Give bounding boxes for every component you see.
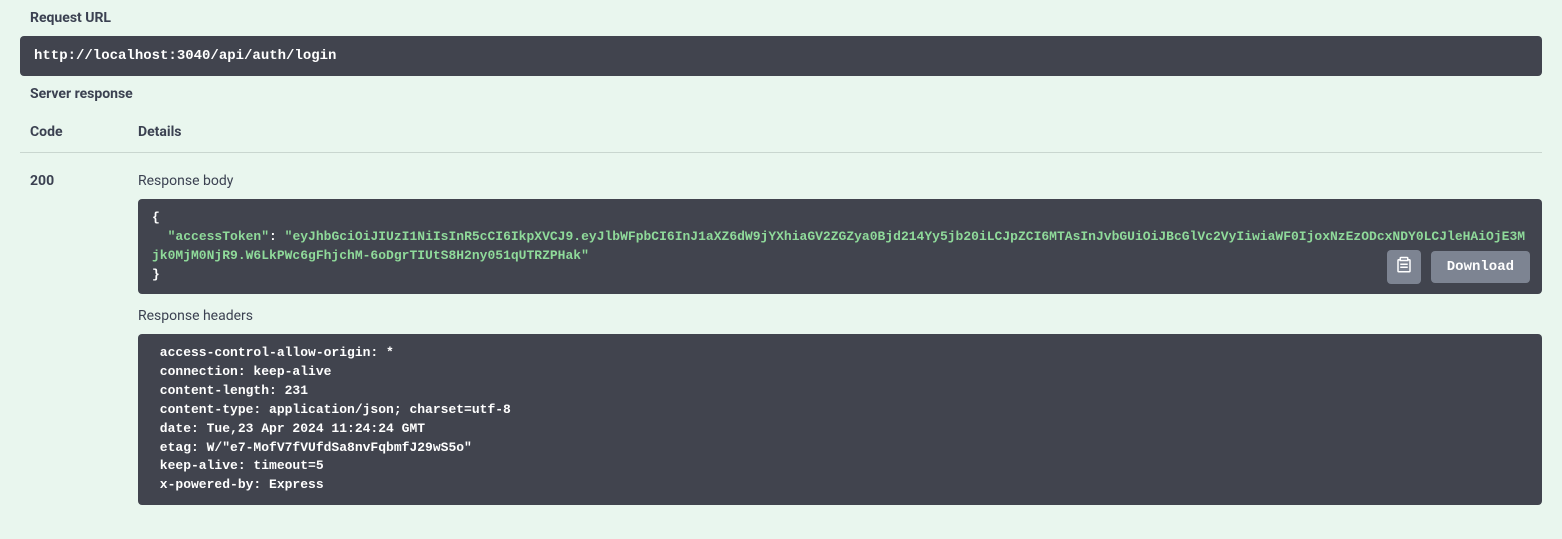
server-response-label: Server response [20, 86, 1542, 102]
response-headers-block: access-control-allow-origin: * connectio… [138, 334, 1542, 505]
request-url-value: http://localhost:3040/api/auth/login [34, 48, 336, 64]
json-value-accesstoken: "eyJhbGciOiJIUzI1NiIsInR5cCI6IkpXVCJ9.ey… [152, 229, 1525, 263]
response-body-actions: Download [1387, 250, 1530, 284]
column-code-header: Code [30, 124, 138, 140]
response-table-row: 200 Response body { "accessToken": "eyJh… [20, 153, 1542, 519]
response-body-block: { "accessToken": "eyJhbGciOiJIUzI1NiIsIn… [138, 199, 1542, 294]
response-body-label: Response body [138, 173, 1542, 189]
request-url-label: Request URL [20, 10, 1542, 26]
response-headers-content: access-control-allow-origin: * connectio… [152, 344, 1528, 495]
json-key-accesstoken: "accessToken" [168, 229, 269, 244]
response-table-header: Code Details [20, 112, 1542, 153]
response-body-content: { "accessToken": "eyJhbGciOiJIUzI1NiIsIn… [152, 209, 1528, 284]
request-url-box: http://localhost:3040/api/auth/login [20, 36, 1542, 76]
copy-button[interactable] [1387, 250, 1421, 284]
clipboard-icon [1395, 256, 1413, 279]
status-code: 200 [30, 173, 138, 519]
column-details-header: Details [138, 124, 1542, 140]
download-button[interactable]: Download [1431, 251, 1530, 283]
response-headers-label: Response headers [138, 308, 1542, 324]
details-cell: Response body { "accessToken": "eyJhbGci… [138, 173, 1542, 519]
